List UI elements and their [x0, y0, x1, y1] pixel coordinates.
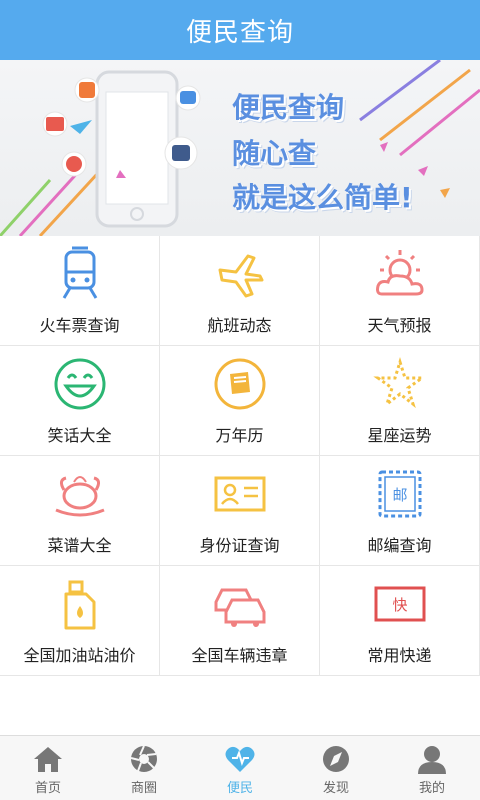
tab-home[interactable]: 首页 [0, 736, 96, 800]
page-title: 便民查询 [185, 17, 294, 48]
weather-icon [375, 250, 424, 296]
banner-line2: 随心查 [232, 137, 317, 170]
home-icon [34, 747, 62, 772]
postmark-icon: 邮 [378, 470, 421, 518]
service-label: 全国车辆违章 [191, 646, 288, 665]
promo-banner[interactable]: 便民查询 随心查 就是这么简单! [0, 60, 480, 236]
compass-icon [323, 746, 349, 772]
service-weather[interactable]: 天气预报 [320, 236, 480, 346]
express-char: 快 [392, 596, 407, 614]
service-train[interactable]: 火车票查询 [0, 236, 160, 346]
tab-label: 首页 [34, 781, 61, 796]
heart-icon [225, 746, 255, 772]
tab-label: 商圈 [130, 781, 157, 796]
service-label: 邮编查询 [367, 536, 432, 555]
service-calendar[interactable]: 万年历 [160, 346, 320, 456]
service-label: 笑话大全 [47, 426, 112, 445]
user-icon [418, 746, 446, 774]
tab-label: 发现 [322, 781, 349, 796]
service-idcard[interactable]: 身份证查询 [160, 456, 320, 566]
bottom-tab-bar: 首页 商圈 便民 发现 我的 [0, 735, 480, 800]
id-card-icon [214, 476, 265, 512]
oil-can-icon [64, 580, 95, 630]
service-grid: 火车票查询 航班动态 天气预报 笑话大全 万年历 星座运势 菜谱大全 身份证查询… [0, 236, 480, 676]
banner-line1: 便民查询 [232, 91, 345, 124]
service-horoscope[interactable]: 星座运势 [320, 346, 480, 456]
tab-label: 我的 [418, 781, 445, 796]
service-label: 星座运势 [367, 426, 432, 445]
roast-chicken-icon [54, 476, 105, 517]
service-label: 全国加油站油价 [23, 646, 136, 665]
tab-business[interactable]: 商圈 [96, 736, 192, 800]
postmark-char: 邮 [392, 486, 407, 504]
cars-icon [214, 588, 265, 627]
banner-line3: 就是这么简单! [232, 181, 413, 214]
service-jokes[interactable]: 笑话大全 [0, 346, 160, 456]
service-label: 身份证查询 [199, 536, 280, 555]
service-label: 天气预报 [367, 316, 432, 335]
app-header: 便民查询 [0, 0, 480, 60]
tab-label: 便民 [226, 781, 253, 796]
tab-mine[interactable]: 我的 [384, 736, 480, 800]
service-violations[interactable]: 全国车辆违章 [160, 566, 320, 676]
service-label: 菜谱大全 [47, 536, 112, 555]
service-express[interactable]: 快 常用快递 [320, 566, 480, 676]
service-label: 航班动态 [207, 316, 272, 335]
service-postcode[interactable]: 邮 邮编查询 [320, 456, 480, 566]
tab-discover[interactable]: 发现 [288, 736, 384, 800]
calendar-book-icon [214, 358, 265, 410]
star-icon [372, 356, 427, 409]
service-recipes[interactable]: 菜谱大全 [0, 456, 160, 566]
aperture-icon [130, 745, 157, 772]
service-label: 火车票查询 [39, 316, 120, 335]
smile-icon [54, 358, 105, 410]
plane-icon [218, 254, 263, 298]
train-icon [62, 246, 97, 299]
tab-convenience[interactable]: 便民 [192, 736, 288, 800]
service-label: 万年历 [215, 426, 264, 445]
service-oil-price[interactable]: 全国加油站油价 [0, 566, 160, 676]
express-icon: 快 [374, 586, 425, 622]
service-flight[interactable]: 航班动态 [160, 236, 320, 346]
service-label: 常用快递 [367, 646, 432, 665]
